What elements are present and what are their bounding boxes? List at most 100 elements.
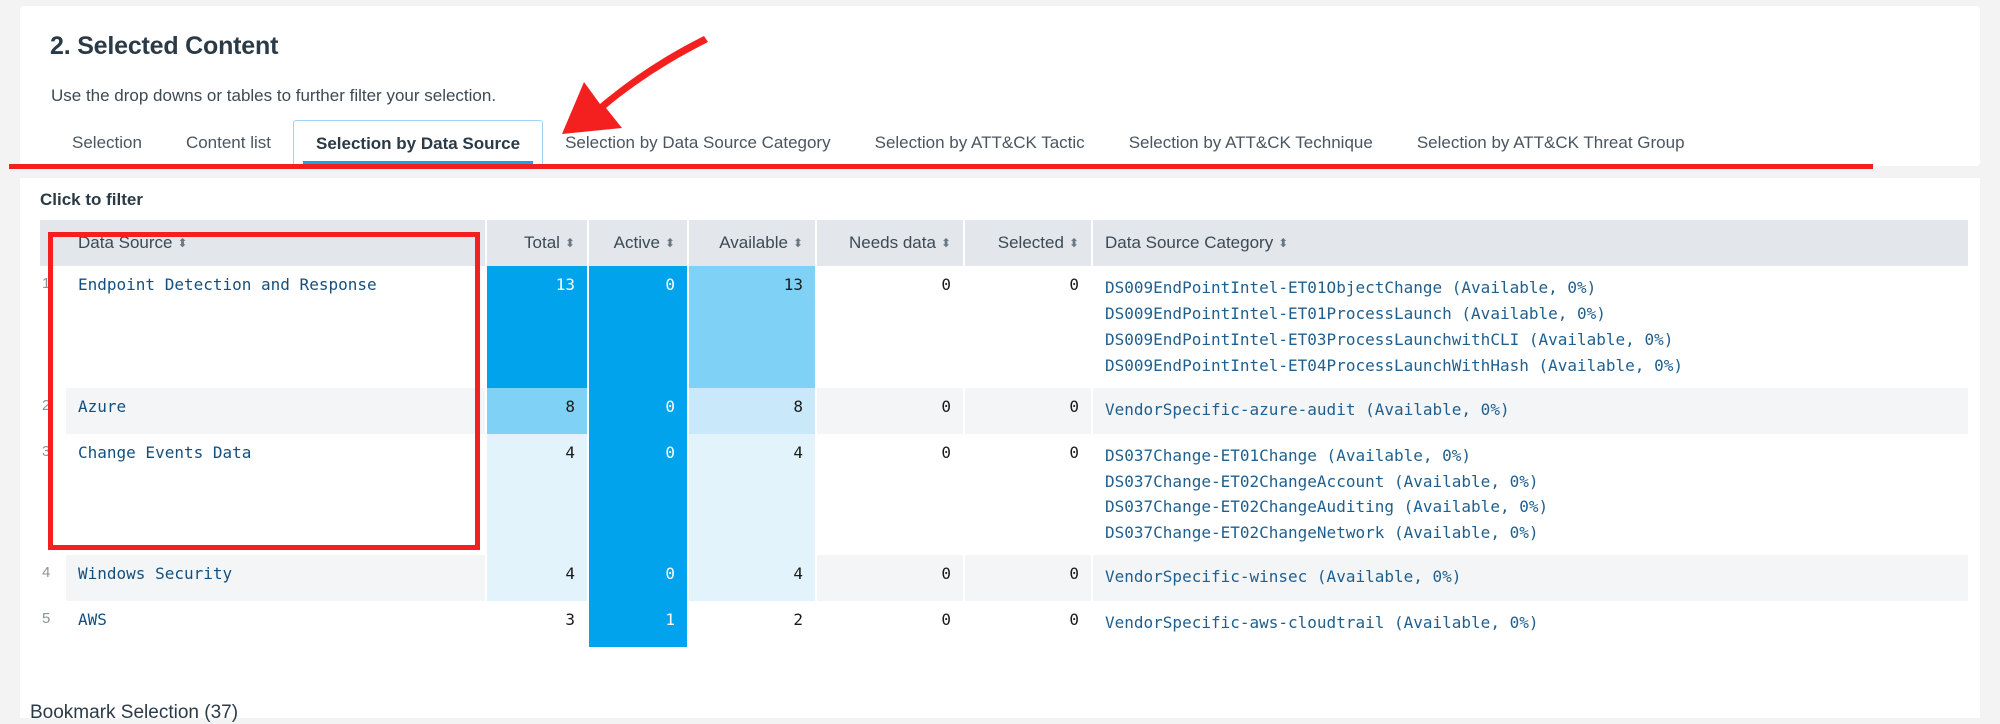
column-label: Active	[613, 233, 660, 252]
cell-selected[interactable]: 0	[964, 601, 1093, 648]
tab-label: Selection by ATT&CK Tactic	[874, 133, 1085, 152]
cell-available[interactable]: 4	[688, 555, 817, 602]
sort-arrows-icon[interactable]: ⬍	[793, 237, 803, 249]
table-row[interactable]: 3 Change Events Data 4 0 4 0 0 DS037Chan…	[40, 433, 1970, 556]
tab-label: Selection	[72, 133, 142, 152]
table-row[interactable]: 4 Windows Security 4 0 4 0 0 VendorSpeci…	[40, 555, 1970, 602]
row-index: 3	[42, 442, 51, 460]
sort-arrows-icon[interactable]: ⬍	[1278, 237, 1288, 249]
table-row[interactable]: 1 Endpoint Detection and Response 13 0 1…	[40, 266, 1970, 388]
column-label: Data Source Category	[1105, 233, 1274, 252]
cell-available[interactable]: 8	[688, 387, 817, 434]
tab-label: Content list	[185, 133, 271, 152]
cell-needs-data[interactable]: 0	[816, 601, 965, 648]
cell-data-source[interactable]: AWS	[66, 601, 487, 648]
column-header-total[interactable]: Total ⬍	[486, 220, 589, 266]
cell-available[interactable]: 13	[688, 266, 817, 388]
column-header-available[interactable]: Available ⬍	[688, 220, 817, 266]
column-header-selected[interactable]: Selected ⬍	[964, 220, 1093, 266]
cell-active[interactable]: 1	[588, 601, 689, 648]
column-header-active[interactable]: Active ⬍	[588, 220, 689, 266]
category-item[interactable]: VendorSpecific-azure-audit (Available, 0…	[1105, 397, 1956, 423]
tab-label: Selection by ATT&CK Technique	[1128, 133, 1373, 152]
tab-label: Selection by ATT&CK Threat Group	[1416, 133, 1685, 152]
column-header-data-source[interactable]: Data Source ⬍	[66, 220, 487, 266]
sort-arrows-icon[interactable]: ⬍	[941, 237, 951, 249]
tab-selection-by-attck-tactic[interactable]: Selection by ATT&CK Tactic	[853, 120, 1107, 166]
cell-selected[interactable]: 0	[964, 387, 1093, 434]
column-label: Needs data	[848, 233, 936, 252]
column-label: Total	[524, 233, 560, 252]
category-item[interactable]: DS037Change-ET01Change (Available, 0%)	[1105, 443, 1956, 469]
page-title: 2. Selected Content	[50, 32, 279, 60]
cell-needs-data[interactable]: 0	[816, 555, 965, 602]
category-item[interactable]: DS009EndPointIntel-ET03ProcessLaunchwith…	[1105, 327, 1956, 353]
row-index: 5	[42, 610, 51, 628]
column-label: Available	[719, 233, 788, 252]
cell-selected[interactable]: 0	[964, 433, 1093, 556]
cell-available[interactable]: 4	[688, 433, 817, 556]
cell-total[interactable]: 4	[486, 433, 589, 556]
cell-selected[interactable]: 0	[964, 555, 1093, 602]
cell-data-source[interactable]: Windows Security	[66, 555, 487, 602]
column-label: Data Source	[78, 233, 173, 252]
cell-data-source[interactable]: Azure	[66, 387, 487, 434]
cell-data-source-category[interactable]: VendorSpecific-azure-audit (Available, 0…	[1092, 387, 1970, 434]
cell-data-source-category[interactable]: VendorSpecific-winsec (Available, 0%)	[1092, 555, 1970, 602]
table-body: 1 Endpoint Detection and Response 13 0 1…	[40, 266, 1970, 648]
tab-label: Selection by Data Source	[315, 133, 521, 153]
tab-selection-by-attck-threat-group[interactable]: Selection by ATT&CK Threat Group	[1395, 120, 1707, 166]
page-subtitle: Use the drop downs or tables to further …	[51, 86, 497, 105]
sort-arrows-icon[interactable]: ⬍	[1069, 237, 1079, 249]
cell-needs-data[interactable]: 0	[816, 433, 965, 556]
tab-selection-by-data-source-category[interactable]: Selection by Data Source Category	[543, 120, 853, 166]
table-row[interactable]: 2 Azure 8 0 8 0 0 VendorSpecific-azure-a…	[40, 387, 1970, 434]
cell-selected[interactable]: 0	[964, 266, 1093, 388]
bookmark-selection-label: Bookmark Selection (37)	[30, 702, 239, 723]
cell-active[interactable]: 0	[588, 266, 689, 388]
row-index: 4	[42, 564, 51, 582]
sort-arrows-icon[interactable]: ⬍	[178, 237, 188, 249]
cell-total[interactable]: 13	[486, 266, 589, 388]
cell-data-source-category[interactable]: VendorSpecific-aws-cloudtrail (Available…	[1092, 601, 1970, 648]
cell-total[interactable]: 4	[486, 555, 589, 602]
cell-available[interactable]: 2	[688, 601, 817, 648]
category-item[interactable]: DS009EndPointIntel-ET04ProcessLaunchWith…	[1105, 353, 1956, 379]
column-header-data-source-category[interactable]: Data Source Category ⬍	[1092, 220, 1970, 266]
sort-arrows-icon[interactable]: ⬍	[665, 237, 675, 249]
category-item[interactable]: DS037Change-ET02ChangeAccount (Available…	[1105, 469, 1956, 495]
column-label: Selected	[997, 233, 1064, 252]
table-header-row: Data Source ⬍ Total ⬍ Active ⬍ Available ⬍ N…	[40, 220, 1970, 266]
cell-active[interactable]: 0	[588, 555, 689, 602]
category-item[interactable]: DS009EndPointIntel-ET01ObjectChange (Ava…	[1105, 275, 1956, 301]
table-row[interactable]: 5 AWS 3 1 2 0 0 VendorSpecific-aws-cloud…	[40, 601, 1970, 648]
cell-total[interactable]: 8	[486, 387, 589, 434]
category-item[interactable]: DS009EndPointIntel-ET01ProcessLaunch (Av…	[1105, 301, 1956, 327]
app-root: 2. Selected Content Use the drop downs o…	[0, 0, 2000, 724]
cell-data-source[interactable]: Change Events Data	[66, 433, 487, 556]
sort-arrows-icon[interactable]: ⬍	[565, 237, 575, 249]
tab-content-list[interactable]: Content list	[164, 120, 293, 166]
tab-selection-by-attck-technique[interactable]: Selection by ATT&CK Technique	[1107, 120, 1395, 166]
cell-needs-data[interactable]: 0	[816, 266, 965, 388]
annotation-underline	[9, 164, 1873, 169]
column-header-needs-data[interactable]: Needs data ⬍	[816, 220, 965, 266]
category-item[interactable]: DS037Change-ET02ChangeAuditing (Availabl…	[1105, 494, 1956, 520]
click-to-filter-label: Click to filter	[40, 190, 143, 209]
tab-selection-by-data-source[interactable]: Selection by Data Source	[292, 120, 544, 166]
row-index: 1	[42, 275, 51, 292]
data-source-table: Data Source ⬍ Total ⬍ Active ⬍ Available ⬍ N…	[40, 220, 1970, 648]
data-source-table-panel: Click to filter Data Source ⬍ Total ⬍ Ac…	[20, 178, 1980, 718]
cell-data-source[interactable]: Endpoint Detection and Response	[66, 266, 487, 388]
cell-needs-data[interactable]: 0	[816, 387, 965, 434]
tab-bar: Selection Content list Selection by Data…	[20, 120, 1980, 166]
category-item[interactable]: VendorSpecific-winsec (Available, 0%)	[1105, 564, 1956, 590]
category-item[interactable]: VendorSpecific-aws-cloudtrail (Available…	[1105, 610, 1956, 636]
category-item[interactable]: DS037Change-ET02ChangeNetwork (Available…	[1105, 520, 1956, 546]
cell-total[interactable]: 3	[486, 601, 589, 648]
cell-active[interactable]: 0	[588, 387, 689, 434]
cell-data-source-category[interactable]: DS037Change-ET01Change (Available, 0%) D…	[1092, 433, 1970, 556]
cell-active[interactable]: 0	[588, 433, 689, 556]
cell-data-source-category[interactable]: DS009EndPointIntel-ET01ObjectChange (Ava…	[1092, 266, 1970, 388]
tab-selection[interactable]: Selection	[50, 120, 164, 166]
